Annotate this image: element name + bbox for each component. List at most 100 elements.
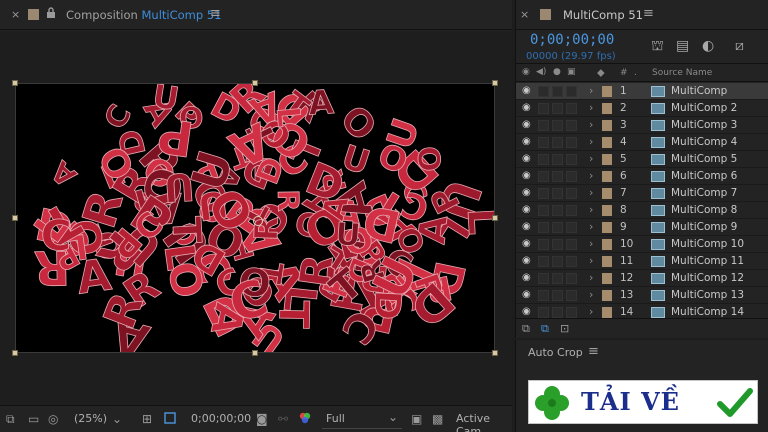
layer-label-color[interactable] (602, 188, 612, 199)
source-name-column-header[interactable]: Source Name (652, 68, 712, 78)
grid-icon[interactable]: ⊞ (142, 412, 152, 426)
download-banner[interactable]: TẢI VỀ (528, 380, 758, 424)
layer-switches-icon[interactable]: ⧉ (522, 322, 530, 336)
audio-switch[interactable] (538, 86, 549, 97)
anchor-point-icon[interactable] (253, 216, 263, 226)
lock-switch[interactable] (566, 120, 577, 131)
eye-icon[interactable]: ◉ (522, 85, 531, 96)
layer-row[interactable]: ◉ › 13 MultiComp 13 (516, 287, 768, 304)
eye-icon[interactable]: ◉ (522, 306, 531, 317)
lock-switch[interactable] (566, 205, 577, 216)
eye-icon[interactable]: ◉ (522, 204, 531, 215)
eye-icon[interactable]: ◉ (522, 102, 531, 113)
audio-switch[interactable] (538, 154, 549, 165)
solo-switch[interactable] (552, 205, 563, 216)
layer-row[interactable]: ◉ › 2 MultiComp 2 (516, 100, 768, 117)
transform-handle-bottom-center[interactable] (252, 350, 258, 356)
lock-switch[interactable] (566, 290, 577, 301)
layer-name[interactable]: MultiComp 7 (671, 187, 737, 199)
layer-row[interactable]: ◉ › 12 MultiComp 12 (516, 270, 768, 287)
layer-row[interactable]: ◉ › 7 MultiComp 7 (516, 185, 768, 202)
eye-icon[interactable]: ◉ (522, 170, 531, 181)
eye-icon[interactable]: ◉ (522, 187, 531, 198)
layer-label-color[interactable] (602, 256, 612, 267)
audio-switch[interactable] (538, 205, 549, 216)
layer-label-color[interactable] (602, 290, 612, 301)
eye-icon[interactable]: ◉ (522, 136, 531, 147)
layer-name[interactable]: MultiComp (671, 85, 727, 97)
chevron-right-icon[interactable]: › (589, 101, 593, 114)
chevron-right-icon[interactable]: › (589, 169, 593, 182)
layer-name[interactable]: MultiComp 8 (671, 204, 737, 216)
eye-icon[interactable]: ◉ (522, 153, 531, 164)
lock-switch[interactable] (566, 256, 577, 267)
solo-switch[interactable] (552, 188, 563, 199)
layer-name[interactable]: MultiComp 10 (671, 238, 744, 250)
audio-column-icon[interactable]: ◀) (536, 67, 546, 77)
draft-3d-icon[interactable]: ▤ (676, 38, 689, 54)
region-of-interest-icon[interactable] (163, 411, 177, 428)
fast-previews-icon[interactable]: ▣ (411, 412, 422, 426)
eye-column-icon[interactable]: ◉ (522, 67, 530, 77)
chevron-right-icon[interactable]: › (589, 305, 593, 318)
lock-switch[interactable] (566, 188, 577, 199)
lock-switch[interactable] (566, 137, 577, 148)
current-time-display[interactable]: 0;00;00;00 (191, 412, 251, 425)
eye-icon[interactable]: ◉ (522, 289, 531, 300)
transform-handle-top-right[interactable] (492, 80, 498, 86)
lock-switch[interactable] (566, 154, 577, 165)
lock-switch[interactable] (566, 239, 577, 250)
layer-label-color[interactable] (602, 120, 612, 131)
lock-icon[interactable] (46, 7, 56, 22)
layer-label-color[interactable] (602, 273, 612, 284)
active-camera-select[interactable]: Active Cam (456, 412, 512, 432)
audio-switch[interactable] (538, 307, 549, 318)
transform-handle-bottom-left[interactable] (12, 350, 18, 356)
solo-switch[interactable] (552, 86, 563, 97)
chevron-right-icon[interactable]: › (589, 152, 593, 165)
zoom-select[interactable]: (25%) (74, 412, 107, 425)
transform-handle-top-center[interactable] (252, 80, 258, 86)
eye-icon[interactable]: ◉ (522, 272, 531, 283)
layer-name[interactable]: MultiComp 6 (671, 170, 737, 182)
audio-switch[interactable] (538, 120, 549, 131)
layer-row[interactable]: ◉ › 5 MultiComp 5 (516, 151, 768, 168)
chevron-right-icon[interactable]: › (589, 84, 593, 97)
eye-icon[interactable]: ◉ (522, 221, 531, 232)
layer-label-color[interactable] (602, 137, 612, 148)
snapshot-viewer-icon[interactable]: ⧉ (6, 412, 15, 427)
solo-switch[interactable] (552, 103, 563, 114)
layer-row[interactable]: ◉ › 9 MultiComp 9 (516, 219, 768, 236)
audio-switch[interactable] (538, 273, 549, 284)
layer-row[interactable]: ◉ › 6 MultiComp 6 (516, 168, 768, 185)
transfer-controls-icon[interactable]: ⧉ (541, 322, 549, 336)
lock-switch[interactable] (566, 222, 577, 233)
audio-switch[interactable] (538, 239, 549, 250)
transform-handle-middle-right[interactable] (492, 215, 498, 221)
layer-row[interactable]: ◉ › 3 MultiComp 3 (516, 117, 768, 134)
auto-crop-title[interactable]: Auto Crop (528, 346, 583, 359)
color-channels-icon[interactable] (298, 411, 312, 428)
composition-viewer[interactable]: TDOLTPUPPCDODULLDRAOUAULDCURRDUROACUCTTA… (0, 31, 512, 405)
solo-switch[interactable] (552, 120, 563, 131)
chevron-down-icon[interactable]: ⌄ (112, 412, 122, 426)
audio-switch[interactable] (538, 171, 549, 182)
audio-switch[interactable] (538, 222, 549, 233)
solo-column-icon[interactable]: ● (553, 67, 561, 77)
panel-menu-icon[interactable]: ≡ (210, 6, 221, 21)
layer-name[interactable]: MultiComp 3 (671, 119, 737, 131)
solo-switch[interactable] (552, 307, 563, 318)
chevron-right-icon[interactable]: › (589, 288, 593, 301)
solo-switch[interactable] (552, 154, 563, 165)
close-icon[interactable]: × (11, 8, 20, 21)
lock-switch[interactable] (566, 86, 577, 97)
layer-label-color[interactable] (602, 86, 612, 97)
layer-name[interactable]: MultiComp 2 (671, 102, 737, 114)
transform-handle-middle-left[interactable] (12, 215, 18, 221)
solo-switch[interactable] (552, 256, 563, 267)
layer-row[interactable]: ◉ › 1 MultiComp (516, 83, 768, 100)
layer-name[interactable]: MultiComp 11 (671, 255, 744, 267)
layer-row[interactable]: ◉ › 10 MultiComp 10 (516, 236, 768, 253)
timeline-tab-title[interactable]: MultiComp 51 (563, 8, 643, 22)
solo-switch[interactable] (552, 239, 563, 250)
